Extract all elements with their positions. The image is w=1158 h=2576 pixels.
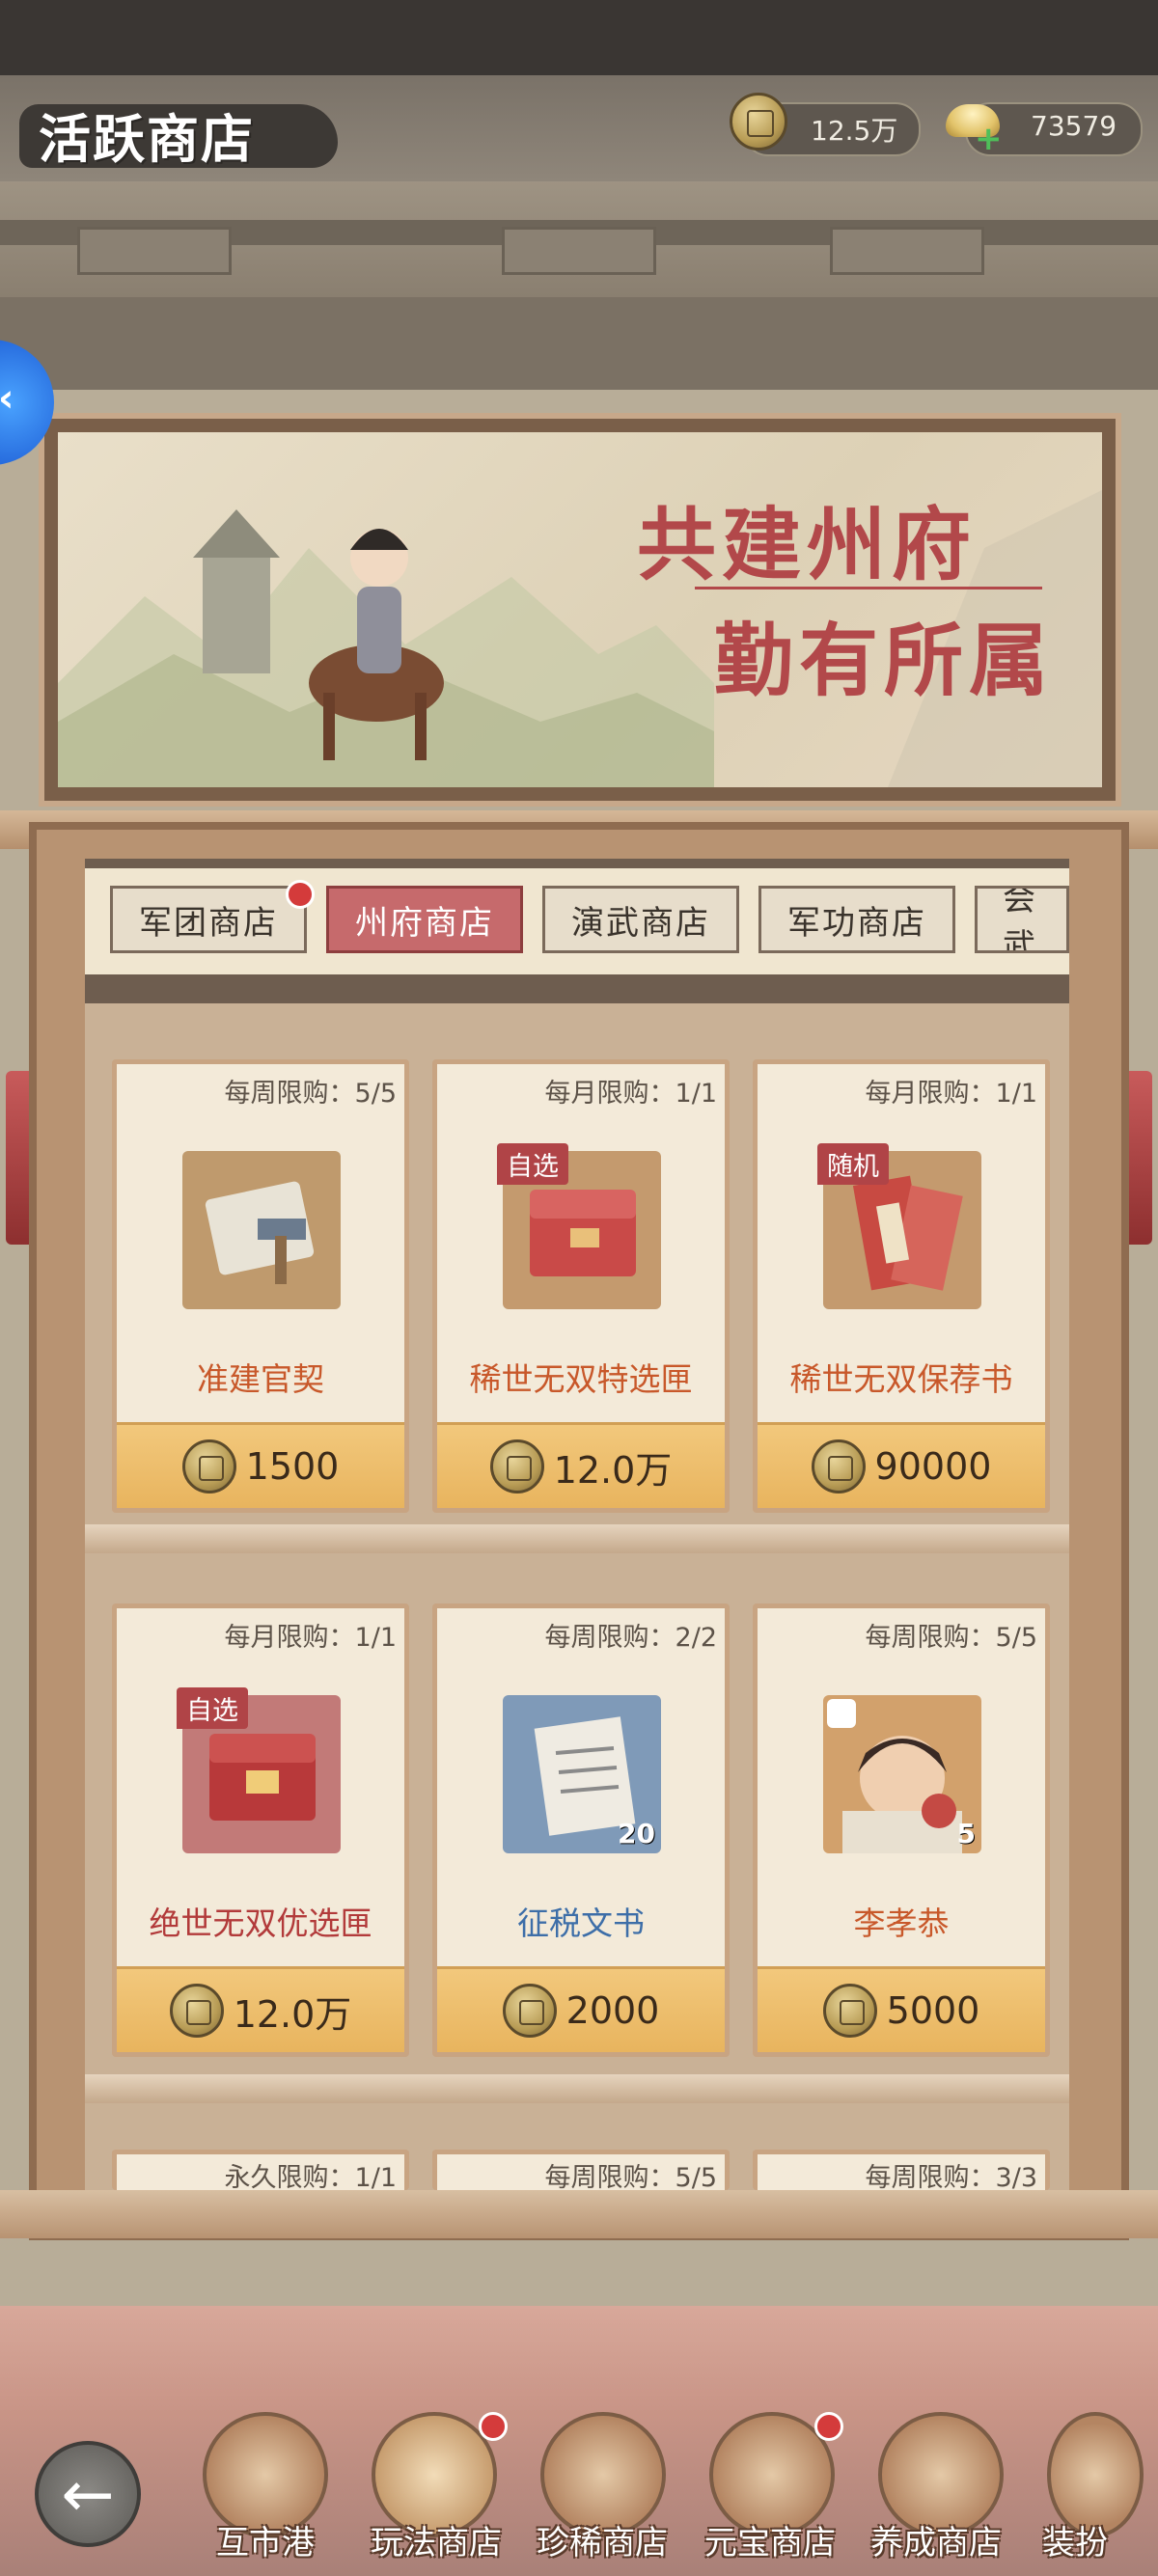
notification-dot: [479, 2412, 508, 2441]
nav-label: 装扮: [1042, 2524, 1108, 2562]
hero-class-icon: [827, 1699, 856, 1728]
item-card[interactable]: 每周限购：5/5 准建官契 1500: [112, 1059, 409, 1513]
item-price: 2000: [565, 1989, 660, 2032]
tab-clipped[interactable]: 会武: [975, 886, 1069, 953]
tag-random: 随机: [817, 1143, 889, 1185]
item-icon: 20: [503, 1695, 661, 1853]
item-card[interactable]: 每周限购：2/2 20 征税文书 2000: [432, 1603, 730, 2057]
arrow-left-icon: ←: [61, 2456, 115, 2532]
coin-icon: [811, 1439, 866, 1494]
tab-merit-shop[interactable]: 军功商店: [758, 886, 955, 953]
item-card[interactable]: 永久限购：1/1: [112, 2150, 409, 2190]
buy-button[interactable]: 2000: [437, 1966, 725, 2052]
purchase-limit: 每周限购：5/5: [865, 1623, 1037, 1653]
event-banner: 共建州府 勤有所属: [58, 432, 1102, 787]
item-name: 李孝恭: [853, 1905, 950, 1942]
cabinet-base: [0, 2190, 1158, 2238]
tab-prefecture-shop[interactable]: 州府商店: [326, 886, 523, 953]
banner-underline: [695, 587, 1042, 589]
nav-label: 元宝商店: [704, 2524, 836, 2562]
banner-line2: 勤有所属: [714, 615, 1055, 707]
item-icon: 自选: [497, 1143, 661, 1309]
item-icon: 5: [823, 1695, 981, 1853]
item-price: 12.0万: [553, 1448, 673, 1492]
item-name: 稀世无双保荐书: [789, 1360, 1013, 1398]
item-icon: [182, 1151, 341, 1309]
beam-bracket: [502, 227, 656, 275]
item-name: 稀世无双特选匣: [469, 1360, 693, 1398]
roof-lattice: [0, 297, 1158, 390]
notification-dot: [286, 880, 315, 909]
coin-icon: [169, 1984, 224, 2038]
contract-scroll-icon: [205, 1181, 315, 1284]
item-card[interactable]: 每月限购：1/1 自选 绝世无双优选匣 12.0万: [112, 1603, 409, 2057]
chevron-left-icon: ‹: [0, 376, 14, 421]
item-card[interactable]: 每周限购：5/5 5 李孝恭 5000: [753, 1603, 1050, 2057]
item-icon: 随机: [817, 1143, 981, 1309]
buy-button[interactable]: 12.0万: [117, 1966, 404, 2052]
item-price: 5000: [886, 1989, 980, 2032]
item-count: 20: [618, 1818, 655, 1850]
item-name: 绝世无双优选匣: [149, 1905, 372, 1942]
item-price: 90000: [874, 1445, 992, 1488]
coin-value: 12.5万: [811, 115, 898, 147]
item-card[interactable]: 每周限购：5/5: [432, 2150, 730, 2190]
beam-bracket: [830, 227, 984, 275]
purchase-limit: 每周限购：5/5: [224, 1079, 397, 1109]
item-price: 1500: [245, 1445, 340, 1488]
banner-line1: 共建州府: [637, 499, 978, 591]
purchase-limit: 每周限购：2/2: [544, 1623, 717, 1653]
item-price: 12.0万: [233, 1992, 352, 2036]
tag-optional: 自选: [497, 1143, 568, 1185]
item-name: 准建官契: [197, 1360, 324, 1398]
back-button[interactable]: ←: [35, 2441, 141, 2547]
nav-label: 养成商店: [870, 2524, 1002, 2562]
buy-button[interactable]: 90000: [758, 1422, 1045, 1508]
tag-optional: 自选: [177, 1687, 248, 1729]
item-name: 征税文书: [517, 1905, 645, 1942]
purchase-limit: 每月限购：1/1: [544, 1079, 717, 1109]
coin-icon: [822, 1984, 877, 2038]
add-ingot-icon[interactable]: +: [975, 120, 1003, 158]
status-bar: [0, 0, 1158, 75]
nav-label: 玩法商店: [371, 2524, 502, 2562]
page-title: 活跃商店: [39, 108, 255, 170]
nav-label: 珍稀商店: [537, 2524, 668, 2562]
notification-dot: [814, 2412, 843, 2441]
buy-button[interactable]: 12.0万: [437, 1422, 725, 1508]
ingot-value: 73579: [1031, 110, 1117, 142]
beam-bracket: [77, 227, 232, 275]
purchase-limit: 每月限购：1/1: [224, 1623, 397, 1653]
item-icon: 自选: [177, 1687, 341, 1853]
purchase-limit: 永久限购：1/1: [224, 2163, 397, 2190]
item-card[interactable]: 每月限购：1/1 随机 稀世无双保荐书 90000: [753, 1059, 1050, 1513]
purchase-limit: 每月限购：1/1: [865, 1079, 1037, 1109]
purchase-limit: 每周限购：3/3: [865, 2163, 1037, 2190]
buy-button[interactable]: 1500: [117, 1422, 404, 1508]
coin-icon: [730, 93, 787, 151]
coin-icon: [181, 1439, 236, 1494]
nav-label: 互市港: [216, 2524, 315, 2562]
buy-button[interactable]: 5000: [758, 1966, 1045, 2052]
item-card[interactable]: 每周限购：3/3: [753, 2150, 1050, 2190]
coin-icon: [489, 1439, 544, 1494]
item-card[interactable]: 每月限购：1/1 自选 稀世无双特选匣 12.0万: [432, 1059, 730, 1513]
purchase-limit: 每周限购：5/5: [544, 2163, 717, 2190]
item-count: 5: [956, 1818, 976, 1850]
tab-martial-shop[interactable]: 演武商店: [542, 886, 739, 953]
tab-legion-shop[interactable]: 军团商店: [110, 886, 307, 953]
coin-icon: [502, 1984, 557, 2038]
